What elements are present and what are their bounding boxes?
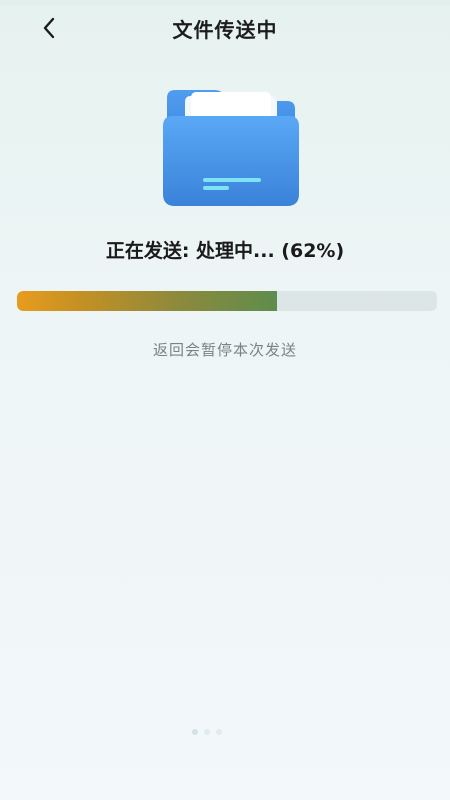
top-bar: 文件传送中 (0, 0, 450, 58)
page-dot (216, 729, 222, 735)
transfer-status-text: 正在发送: 处理中... (62%) (105, 240, 345, 262)
progress-bar-fill (17, 291, 278, 311)
pause-hint-text: 返回会暂停本次发送 (152, 341, 297, 359)
folder-icon (163, 90, 299, 206)
page-title: 文件传送中 (172, 18, 278, 42)
page-indicator (192, 729, 222, 735)
page-dot (192, 729, 198, 735)
page-dot (204, 729, 210, 735)
folder-illustration (157, 86, 302, 211)
progress-bar (17, 291, 437, 311)
